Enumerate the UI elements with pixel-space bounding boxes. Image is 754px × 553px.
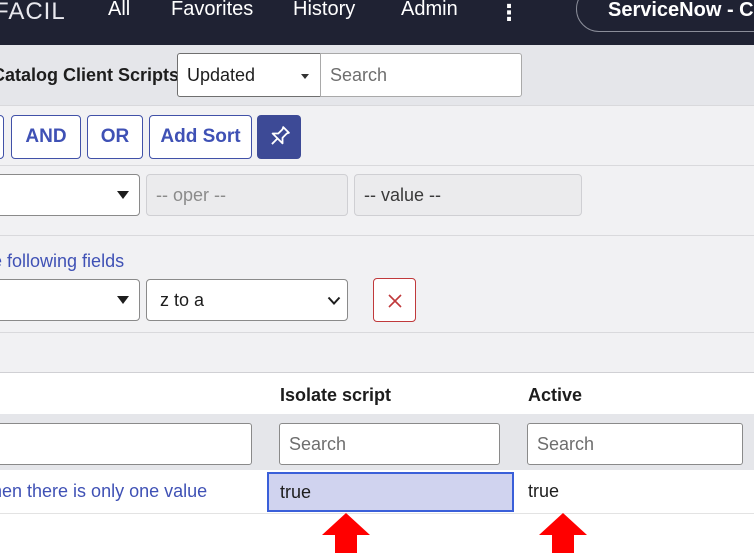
app-root: FACIL All Favorites History Admin ⋮ Serv… (0, 0, 754, 553)
divider (0, 105, 754, 106)
divider (0, 165, 754, 166)
table-row: hen there is only one value true true (0, 470, 754, 514)
and-button-label: AND (25, 126, 67, 147)
top-navigation: FACIL All Favorites History Admin ⋮ Serv… (0, 0, 754, 45)
search-field-value: Updated (187, 65, 256, 85)
sort-order-select[interactable]: z to a (146, 279, 348, 321)
column-header-active[interactable]: Active (528, 385, 582, 406)
and-button[interactable]: AND (11, 115, 81, 159)
partial-button[interactable] (0, 115, 4, 159)
column-search-placeholder: Search (289, 434, 347, 454)
list-search-input[interactable]: Search (320, 53, 522, 97)
add-sort-button[interactable]: Add Sort (149, 115, 252, 159)
chevron-down-icon (117, 296, 129, 304)
sort-fields-label[interactable]: e following fields (0, 251, 124, 272)
column-search-isolate-script[interactable]: Search (279, 423, 500, 465)
sort-field-select[interactable] (0, 279, 140, 321)
chevron-down-icon (327, 296, 341, 305)
filter-value-field: -- value -- (354, 174, 582, 216)
caret-down-icon (301, 74, 309, 79)
column-search-placeholder: Search (537, 434, 595, 454)
chevron-down-icon (117, 191, 129, 199)
list-title: Catalog Client Scripts (0, 65, 180, 85)
row-name-link[interactable]: hen there is only one value (0, 481, 207, 502)
column-search-name[interactable] (0, 423, 252, 465)
instance-label: ServiceNow - C (608, 0, 754, 21)
operator-placeholder: -- oper -- (156, 185, 227, 205)
cell-isolate-script-value: true (280, 482, 312, 502)
sort-order-value: z to a (160, 290, 205, 310)
list-search-placeholder: Search (330, 65, 388, 85)
pin-icon (271, 126, 290, 145)
column-search-active[interactable]: Search (527, 423, 743, 465)
divider (0, 372, 754, 373)
annotation-arrow-up-icon (539, 513, 587, 553)
filter-field-select[interactable] (0, 174, 140, 216)
column-header-isolate-script[interactable]: Isolate script (280, 385, 391, 406)
or-button[interactable]: OR (87, 115, 143, 159)
pin-button[interactable] (257, 115, 301, 159)
filter-operator-select: -- oper -- (146, 174, 348, 216)
filter-builder: AND OR Add Sort -- oper -- -- value -- e… (0, 105, 754, 373)
divider (0, 235, 754, 236)
nav-favorites[interactable]: Favorites (171, 0, 253, 21)
brand-logo[interactable]: FACIL (0, 0, 66, 26)
nav-admin[interactable]: Admin (401, 0, 458, 21)
nav-history[interactable]: History (293, 0, 355, 21)
or-button-label: OR (100, 126, 130, 147)
divider (0, 332, 754, 333)
annotation-arrow-up-icon (322, 513, 370, 553)
list-header: Catalog Client Scripts Updated Search (0, 45, 754, 105)
cell-active[interactable]: true (528, 481, 559, 502)
instance-switcher[interactable]: ServiceNow - C (576, 0, 754, 32)
column-search-row: Search Search (0, 414, 754, 470)
cell-isolate-script[interactable]: true (267, 472, 514, 512)
nav-all[interactable]: All (108, 0, 130, 21)
search-field-select[interactable]: Updated (177, 53, 321, 97)
add-sort-label: Add Sort (160, 126, 241, 147)
remove-sort-button[interactable] (373, 278, 416, 322)
more-vertical-icon[interactable]: ⋮ (498, 0, 520, 26)
close-icon (388, 294, 402, 308)
value-placeholder: -- value -- (364, 185, 442, 205)
